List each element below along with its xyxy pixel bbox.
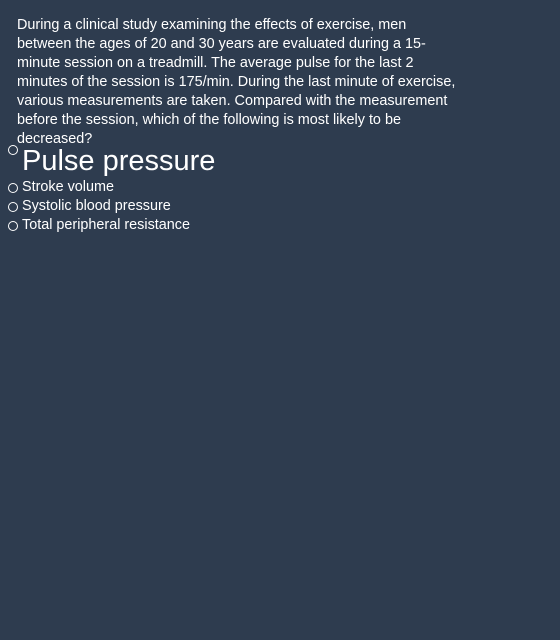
option-label: Systolic blood pressure [22,198,171,214]
option-stroke-volume[interactable]: Stroke volume [8,178,548,197]
radio-button[interactable] [8,145,18,155]
radio-button[interactable] [8,182,18,193]
option-label: Pulse pressure [22,145,216,177]
option-systolic-blood-pressure[interactable]: Systolic blood pressure [8,197,548,216]
option-label: Stroke volume [22,179,114,195]
option-total-peripheral-resistance[interactable]: Total peripheral resistance [8,216,548,235]
radio-button[interactable] [8,201,18,212]
radio-button[interactable] [8,220,18,231]
option-label: Total peripheral resistance [22,217,190,233]
question-text: During a clinical study examining the ef… [17,17,456,147]
option-pulse-pressure[interactable]: Pulse pressure [8,140,548,178]
answer-options: Pulse pressure Stroke volume Systolic bl… [8,140,548,235]
